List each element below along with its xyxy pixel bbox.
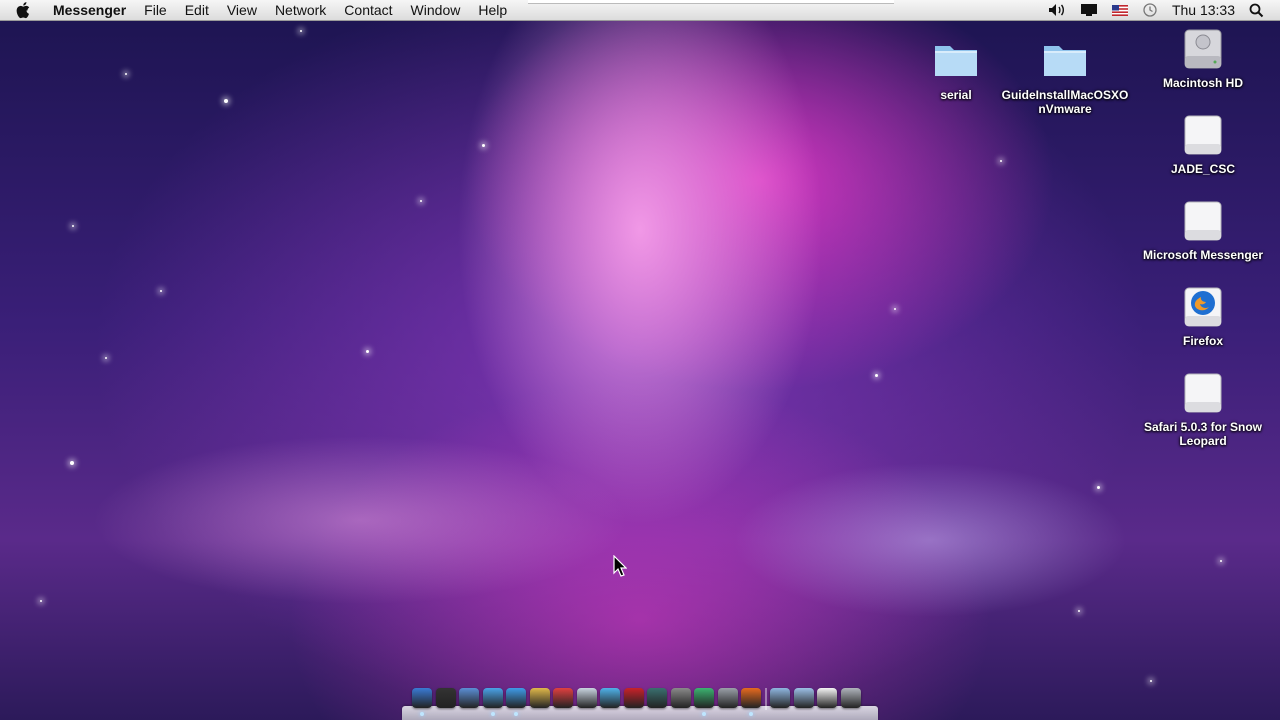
star xyxy=(72,225,74,227)
star xyxy=(1220,560,1222,562)
menu-view[interactable]: View xyxy=(218,2,266,18)
address-book-icon[interactable] xyxy=(529,688,550,708)
trash-icon[interactable] xyxy=(840,688,861,708)
photo-booth-icon[interactable] xyxy=(623,688,644,708)
spotlight-icon[interactable] xyxy=(1249,3,1264,18)
desktop-icon-microsoft-messenger[interactable]: Microsoft Messenger xyxy=(1133,200,1273,262)
safari-icon[interactable] xyxy=(482,688,503,716)
dashboard-icon[interactable] xyxy=(435,688,456,708)
star xyxy=(366,350,369,353)
system-preferences-icon[interactable] xyxy=(670,688,691,708)
mouse-cursor-icon xyxy=(613,554,628,582)
dock xyxy=(402,688,878,720)
firefox-disk-icon xyxy=(1133,286,1273,330)
star xyxy=(70,461,74,465)
desktop-icon-firefox[interactable]: Firefox xyxy=(1133,286,1273,348)
menu-network[interactable]: Network xyxy=(266,2,335,18)
desktop-icon-safari-installer[interactable]: Safari 5.0.3 for Snow Leopard xyxy=(1133,372,1273,448)
status-area: Thu 13:33 xyxy=(1048,2,1280,18)
menu-file[interactable]: File xyxy=(135,2,176,18)
menu-edit[interactable]: Edit xyxy=(176,2,218,18)
star xyxy=(224,99,228,103)
star xyxy=(1097,486,1100,489)
spotlight-field[interactable] xyxy=(528,0,894,4)
document-icon[interactable] xyxy=(817,688,837,708)
ical-icon[interactable] xyxy=(553,688,573,708)
menu-help[interactable]: Help xyxy=(469,2,516,18)
dock-items xyxy=(412,688,861,716)
desktop-icon-label: Macintosh HD xyxy=(1162,76,1243,90)
utilities-icon[interactable] xyxy=(717,688,738,708)
itunes-icon[interactable] xyxy=(600,688,620,708)
hard-disk-icon xyxy=(1133,28,1273,72)
desktop-icon-label: Firefox xyxy=(1182,334,1223,348)
star xyxy=(300,30,302,32)
applications-folder-icon[interactable] xyxy=(770,688,790,708)
star xyxy=(420,200,422,202)
ichat-icon[interactable] xyxy=(506,688,526,716)
menu-contact[interactable]: Contact xyxy=(335,2,401,18)
star xyxy=(894,308,896,310)
finder-icon[interactable] xyxy=(412,688,432,716)
firefox-icon[interactable] xyxy=(741,688,761,716)
documents-folder-icon[interactable] xyxy=(793,688,814,708)
time-machine-icon[interactable] xyxy=(1142,2,1158,18)
mail-icon[interactable] xyxy=(459,688,479,708)
clock[interactable]: Thu 13:33 xyxy=(1172,2,1235,18)
star xyxy=(875,374,878,377)
disk-icon xyxy=(1133,114,1273,158)
star xyxy=(1078,610,1080,612)
star xyxy=(40,600,42,602)
volume-icon[interactable] xyxy=(1048,3,1066,17)
time-machine-icon[interactable] xyxy=(647,688,667,708)
disk-icon xyxy=(1133,372,1273,416)
desktop-icon-macintosh-hd[interactable]: Macintosh HD xyxy=(1133,28,1273,90)
star xyxy=(125,73,127,75)
menu-window[interactable]: Window xyxy=(402,2,470,18)
us-flag-icon[interactable] xyxy=(1111,4,1128,16)
preview-icon[interactable] xyxy=(576,688,597,708)
star xyxy=(1150,680,1152,682)
dock-separator xyxy=(764,688,767,710)
desktop-icon-guide[interactable]: GuideInstallMacOSXOnVmware xyxy=(995,40,1135,116)
desktop-icon-label: Safari 5.0.3 for Snow Leopard xyxy=(1143,420,1263,448)
disk-icon xyxy=(1133,200,1273,244)
display-icon[interactable] xyxy=(1080,3,1098,17)
desktop-icon-jade-csc[interactable]: JADE_CSC xyxy=(1133,114,1273,176)
folder-icon xyxy=(995,40,1135,84)
app-menu[interactable]: Messenger xyxy=(44,2,135,18)
apple-menu-icon[interactable] xyxy=(14,1,34,19)
star xyxy=(160,290,162,292)
star xyxy=(105,357,107,359)
desktop-icon-label: Microsoft Messenger xyxy=(1142,248,1264,262)
star xyxy=(482,144,485,147)
desktop-icon-label: GuideInstallMacOSXOnVmware xyxy=(1001,88,1129,116)
star xyxy=(1000,160,1002,162)
messenger-icon[interactable] xyxy=(694,688,714,716)
desktop-icon-label: JADE_CSC xyxy=(1170,162,1236,176)
